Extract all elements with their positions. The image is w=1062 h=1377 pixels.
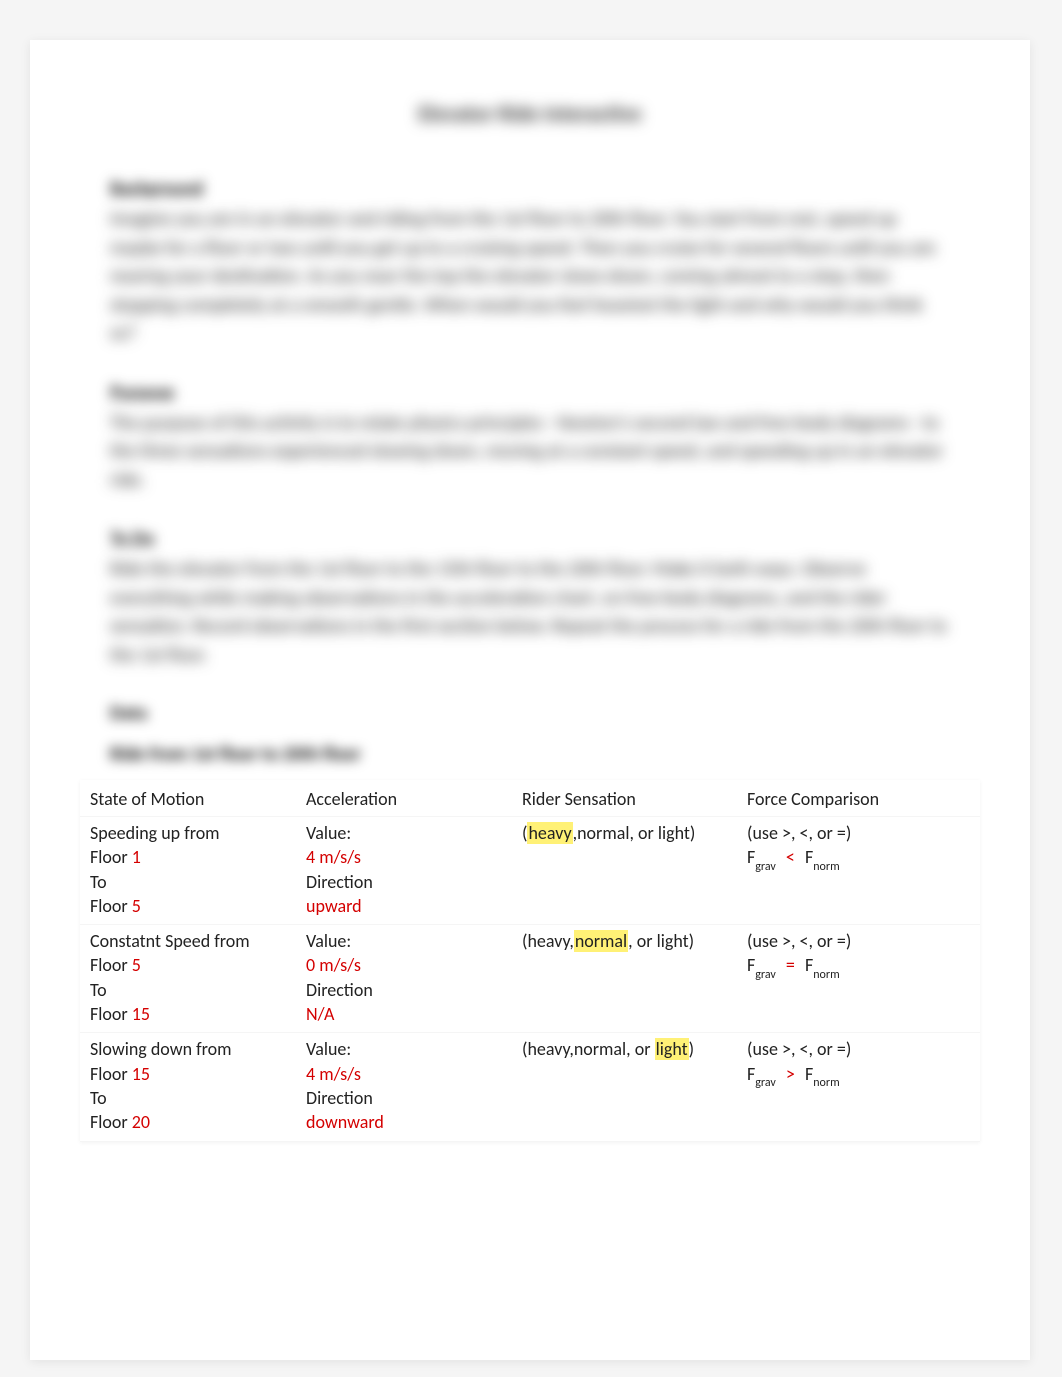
data-heading: Data bbox=[110, 702, 950, 725]
section-todo: To Do Ride the elevator from the 1st flo… bbox=[110, 527, 950, 670]
section-heading: Purpose bbox=[110, 381, 950, 404]
grav-sub: grav bbox=[755, 1076, 776, 1090]
data-table: State of Motion Acceleration Rider Sensa… bbox=[80, 780, 980, 1142]
data-table-wrap: State of Motion Acceleration Rider Sensa… bbox=[80, 780, 980, 1142]
cmp-op: = bbox=[780, 954, 801, 976]
norm-sub: norm bbox=[813, 860, 839, 874]
norm-sub: norm bbox=[813, 1076, 839, 1090]
accel-value: 4 m/s/s bbox=[306, 846, 361, 868]
cell-force: (use >, <, or =) Fgrav < Fnorm bbox=[737, 817, 980, 925]
sensation-light: light bbox=[658, 822, 690, 844]
cell-sensation: (heavy,normal, or light) bbox=[512, 1033, 737, 1141]
value-label: Value: bbox=[306, 930, 351, 952]
floor-to: 15 bbox=[132, 1003, 150, 1025]
cmp-op: > bbox=[780, 1063, 801, 1085]
floor-label: Floor bbox=[90, 954, 128, 976]
floor-label: Floor bbox=[90, 895, 128, 917]
cell-sensation: (heavy,normal, or light) bbox=[512, 817, 737, 925]
floor-label: Floor bbox=[90, 1063, 128, 1085]
paren-close: ) bbox=[689, 930, 694, 952]
to-label: To bbox=[90, 1087, 107, 1109]
or: or bbox=[633, 930, 657, 952]
direction-label: Direction bbox=[306, 979, 373, 1001]
th-force: Force Comparison bbox=[737, 780, 980, 817]
accel-value: 4 m/s/s bbox=[306, 1063, 361, 1085]
cell-force: (use >, <, or =) Fgrav > Fnorm bbox=[737, 1033, 980, 1141]
sensation-light: light bbox=[657, 930, 689, 952]
section-text: Ride the elevator from the 1st floor to … bbox=[110, 556, 950, 670]
accel-dir: downward bbox=[306, 1111, 384, 1133]
to-label: To bbox=[90, 871, 107, 893]
f-norm: F bbox=[805, 954, 813, 976]
cell-state: Slowing down from Floor 15 To Floor 20 bbox=[80, 1033, 296, 1141]
fc-hint: (use >, <, or =) bbox=[747, 1038, 851, 1060]
sensation-normal: normal bbox=[574, 1038, 626, 1060]
cell-state: Constatnt Speed from Floor 5 To Floor 15 bbox=[80, 925, 296, 1033]
direction-label: Direction bbox=[306, 871, 373, 893]
f-norm: F bbox=[805, 1063, 813, 1085]
cell-sensation: (heavy,normal, or light) bbox=[512, 925, 737, 1033]
th-accel: Acceleration bbox=[296, 780, 512, 817]
direction-label: Direction bbox=[306, 1087, 373, 1109]
accel-dir: N/A bbox=[306, 1003, 334, 1025]
value-label: Value: bbox=[306, 822, 351, 844]
or: or bbox=[631, 1038, 655, 1060]
accel-dir: upward bbox=[306, 895, 362, 917]
ride-subheading: Ride from 1st floor to 20th floor bbox=[110, 743, 950, 766]
paren-close: ) bbox=[690, 822, 695, 844]
fc-hint: (use >, <, or =) bbox=[747, 822, 851, 844]
force-compare: Fgrav = Fnorm bbox=[747, 954, 840, 976]
doc-title: Elevator Ride Interactive bbox=[110, 100, 950, 127]
floor-from: 1 bbox=[132, 846, 141, 868]
sensation-heavy: heavy bbox=[527, 930, 569, 952]
table-row: Speeding up from Floor 1 To Floor 5 Valu… bbox=[80, 817, 980, 925]
floor-label: Floor bbox=[90, 1111, 128, 1133]
motion-label: Speeding up from bbox=[90, 822, 220, 844]
grav-sub: grav bbox=[755, 968, 776, 982]
paren-close: ) bbox=[689, 1038, 694, 1060]
force-compare: Fgrav > Fnorm bbox=[747, 1063, 840, 1085]
accel-value: 0 m/s/s bbox=[306, 954, 361, 976]
section-text: Imagine you are in an elevator and ridin… bbox=[110, 206, 950, 349]
force-compare: Fgrav < Fnorm bbox=[747, 846, 840, 868]
sensation-light: light bbox=[655, 1038, 689, 1060]
sensation-normal: normal bbox=[574, 930, 628, 952]
document-page: Elevator Ride Interactive Background Ima… bbox=[30, 40, 1030, 1360]
floor-from: 15 bbox=[132, 1063, 150, 1085]
floor-to: 5 bbox=[132, 895, 141, 917]
th-state: State of Motion bbox=[80, 780, 296, 817]
sensation-heavy: heavy bbox=[527, 822, 572, 844]
th-sensation: Rider Sensation bbox=[512, 780, 737, 817]
floor-label: Floor bbox=[90, 846, 128, 868]
table-header-row: State of Motion Acceleration Rider Sensa… bbox=[80, 780, 980, 817]
cmp-op: < bbox=[780, 846, 801, 868]
floor-label: Floor bbox=[90, 1003, 128, 1025]
floor-from: 5 bbox=[132, 954, 141, 976]
table-row: Slowing down from Floor 15 To Floor 20 V… bbox=[80, 1033, 980, 1141]
section-background: Background Imagine you are in an elevato… bbox=[110, 177, 950, 349]
section-heading: Background bbox=[110, 177, 950, 200]
cell-accel: Value: 0 m/s/s Direction N/A bbox=[296, 925, 512, 1033]
motion-label: Slowing down from bbox=[90, 1038, 231, 1060]
floor-to: 20 bbox=[132, 1111, 150, 1133]
grav-sub: grav bbox=[755, 860, 776, 874]
section-purpose: Purpose The purpose of this activity is … bbox=[110, 381, 950, 496]
sensation-normal: normal bbox=[577, 822, 629, 844]
cell-force: (use >, <, or =) Fgrav = Fnorm bbox=[737, 925, 980, 1033]
fc-hint: (use >, <, or =) bbox=[747, 930, 851, 952]
value-label: Value: bbox=[306, 1038, 351, 1060]
motion-label: Constatnt Speed from bbox=[90, 930, 250, 952]
sensation-heavy: heavy bbox=[527, 1038, 569, 1060]
cell-accel: Value: 4 m/s/s Direction upward bbox=[296, 817, 512, 925]
section-text: The purpose of this activity is to relat… bbox=[110, 410, 950, 496]
to-label: To bbox=[90, 979, 107, 1001]
cell-state: Speeding up from Floor 1 To Floor 5 bbox=[80, 817, 296, 925]
norm-sub: norm bbox=[813, 968, 839, 982]
table-row: Constatnt Speed from Floor 5 To Floor 15… bbox=[80, 925, 980, 1033]
or: or bbox=[634, 822, 658, 844]
cell-accel: Value: 4 m/s/s Direction downward bbox=[296, 1033, 512, 1141]
section-heading: To Do bbox=[110, 527, 950, 550]
f-norm: F bbox=[805, 846, 813, 868]
